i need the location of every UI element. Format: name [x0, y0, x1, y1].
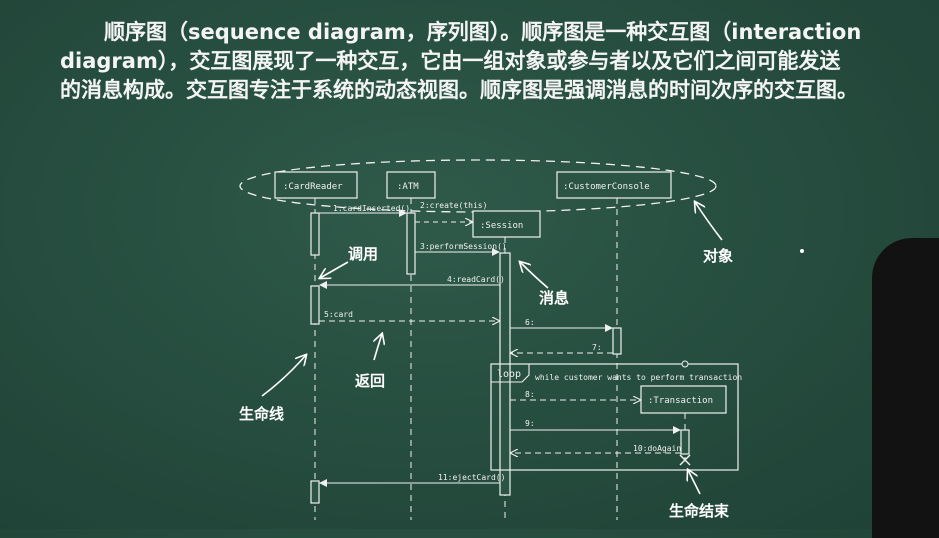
presenter-silhouette [872, 238, 939, 538]
chalk-dot [800, 249, 804, 253]
object-label-session: :Session [480, 221, 523, 231]
annotation-arrow-message [520, 262, 549, 289]
object-label-cardreader: :CardReader [283, 182, 343, 192]
message-4-label: 4:readCard() [447, 275, 505, 284]
message-9-label: 9: [525, 419, 535, 428]
object-label-atm: :ATM [397, 182, 419, 192]
message-11-label: 11:ejectCard() [438, 473, 505, 482]
message-10-label: 10:doAgain [633, 444, 681, 453]
annotation-objects: 对象 [703, 247, 733, 265]
message-3-label: 3:performSession() [420, 242, 507, 251]
annotation-lifeline: 生命线 [239, 405, 284, 423]
sequence-diagram: :CardReader :ATM :CustomerConsole :Sessi… [239, 159, 804, 520]
loop-dot [681, 360, 689, 368]
activation-cardreader-3 [310, 480, 320, 504]
object-label-customerconsole: :CustomerConsole [563, 182, 650, 192]
message-6-label: 6: [525, 318, 535, 327]
message-7-label: 7: [592, 343, 602, 352]
annotation-call: 调用 [348, 245, 378, 263]
activation-cardreader-1 [310, 212, 320, 256]
message-8-label: 8: [525, 390, 535, 399]
annotation-arrow-call [320, 261, 349, 278]
message-2-label: 2:create(this) [420, 201, 487, 210]
object-label-transaction: :Transaction [648, 396, 713, 406]
activation-atm [406, 212, 416, 275]
annotation-arrow-lifeline-end [688, 470, 701, 495]
annotation-arrow-lifeline [261, 355, 306, 397]
lifeline-end-x [679, 454, 691, 466]
annotation-arrow-objects [695, 202, 723, 241]
annotation-return: 返回 [355, 372, 385, 390]
message-5-label: 5:card [324, 310, 353, 319]
annotation-arrow-return [374, 334, 382, 361]
annotation-message: 消息 [539, 289, 569, 307]
message-1-label: 1:cardInserted() [333, 204, 410, 213]
loop-tag: loop [497, 369, 521, 380]
activation-customerconsole [612, 327, 622, 355]
activation-transaction [680, 429, 690, 455]
loop-guard: while customer wants to perform transact… [535, 373, 742, 382]
annotation-lifeline-end: 生命结束 [669, 502, 730, 520]
activation-cardreader-2 [310, 285, 320, 325]
